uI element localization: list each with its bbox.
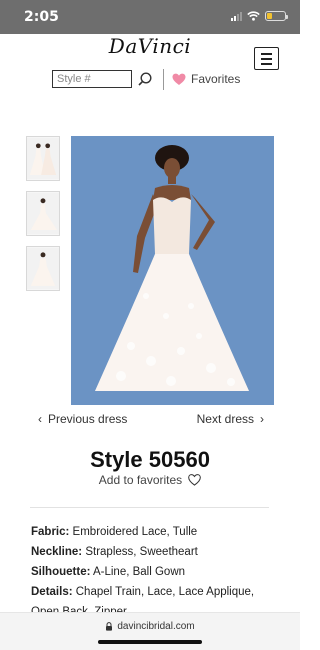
brand-logo[interactable]: DaVinci bbox=[100, 34, 200, 60]
main-dress-photo[interactable] bbox=[71, 136, 274, 405]
home-indicator[interactable] bbox=[98, 640, 202, 644]
detail-row-fabric: Fabric: Embroidered Lace, Tulle bbox=[31, 522, 276, 542]
detail-value: Embroidered Lace, Tulle bbox=[72, 526, 198, 538]
heart-outline-icon bbox=[188, 474, 202, 486]
detail-label: Fabric: bbox=[31, 526, 70, 538]
next-dress-link[interactable]: Next dress › bbox=[197, 412, 264, 426]
dress-front-thumbnail-icon bbox=[27, 137, 59, 180]
heart-icon bbox=[172, 73, 186, 85]
battery-icon bbox=[265, 11, 288, 21]
url-display[interactable]: davincibridal.com bbox=[0, 621, 300, 632]
chevron-right-icon: › bbox=[260, 412, 264, 426]
detail-label: Neckline: bbox=[31, 546, 83, 558]
add-to-favorites-label: Add to favorites bbox=[98, 473, 183, 487]
search-icon[interactable] bbox=[137, 71, 153, 87]
product-title: Style 50560 bbox=[90, 447, 210, 472]
favorites-link[interactable]: Favorites bbox=[172, 72, 240, 86]
section-divider bbox=[30, 507, 269, 508]
dress-thumbnail-1[interactable] bbox=[26, 136, 60, 181]
status-icons bbox=[231, 11, 288, 21]
header-divider bbox=[163, 69, 164, 90]
add-to-favorites-link[interactable]: Add to favorites bbox=[0, 473, 300, 487]
status-bar: 2:05 bbox=[0, 0, 300, 34]
dress-front-thumbnail-icon bbox=[27, 247, 59, 290]
next-dress-label: Next dress bbox=[196, 412, 254, 426]
previous-dress-link[interactable]: ‹ Previous dress bbox=[38, 412, 127, 426]
lock-icon bbox=[106, 622, 113, 631]
previous-dress-label: Previous dress bbox=[48, 412, 128, 426]
dress-thumbnail-3[interactable] bbox=[26, 246, 60, 291]
url-text: davincibridal.com bbox=[117, 621, 195, 632]
dress-thumbnail-2[interactable] bbox=[26, 191, 60, 236]
detail-row-silhouette: Silhouette: A-Line, Ball Gown bbox=[31, 562, 276, 582]
cellular-signal-icon bbox=[231, 11, 242, 21]
hamburger-menu-icon[interactable] bbox=[254, 47, 279, 70]
detail-row-neckline: Neckline: Strapless, Sweetheart bbox=[31, 542, 276, 562]
bride-in-gown-image bbox=[71, 136, 274, 405]
browser-address-bar[interactable]: davincibridal.com bbox=[0, 612, 300, 650]
wifi-icon bbox=[247, 11, 260, 21]
detail-value: Strapless, Sweetheart bbox=[85, 546, 198, 558]
chevron-left-icon: ‹ bbox=[38, 412, 42, 426]
status-time: 2:05 bbox=[24, 9, 59, 25]
style-search-input[interactable] bbox=[52, 70, 132, 88]
favorites-label: Favorites bbox=[191, 72, 241, 86]
product-details: Fabric: Embroidered Lace, Tulle Neckline… bbox=[31, 522, 276, 622]
dress-back-thumbnail-icon bbox=[27, 192, 59, 235]
detail-value: A-Line, Ball Gown bbox=[92, 566, 186, 578]
detail-label: Silhouette: bbox=[31, 566, 91, 578]
detail-label: Details: bbox=[31, 586, 73, 598]
